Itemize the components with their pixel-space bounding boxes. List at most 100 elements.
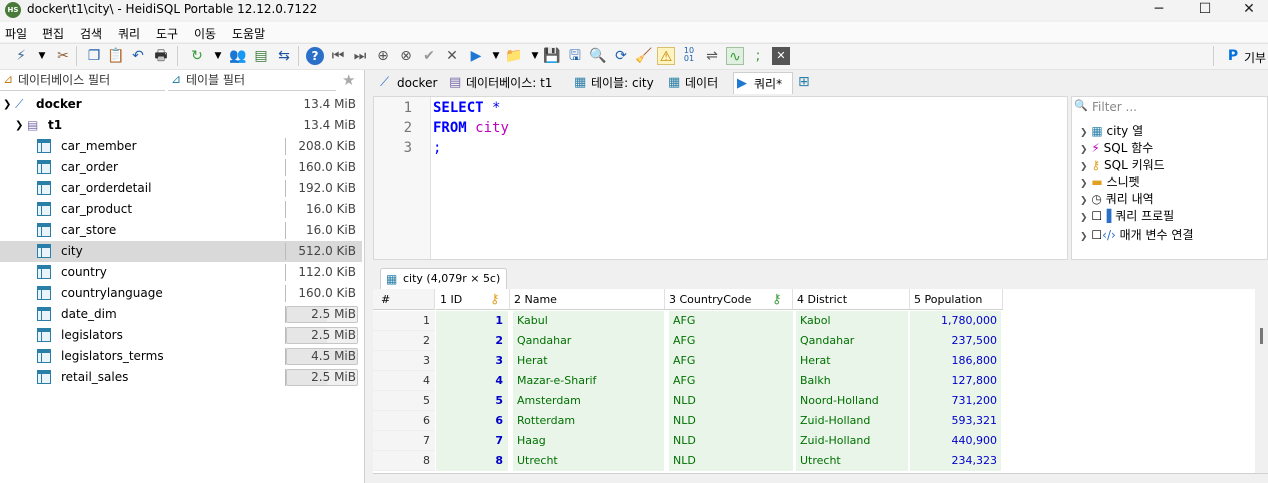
clear-icon[interactable]: 🧹 xyxy=(635,47,653,65)
cell-name[interactable]: Haag xyxy=(513,431,664,451)
tree-table-row[interactable]: car_member 208.0 KiB xyxy=(0,136,362,157)
checkbox-icon[interactable]: ☐ xyxy=(1091,209,1102,223)
save-icon[interactable]: 💾 xyxy=(543,47,561,65)
execute-query-icon[interactable]: ▶ xyxy=(467,47,485,65)
cell-name[interactable]: Utrecht xyxy=(513,451,664,471)
cell-id[interactable]: 1 xyxy=(436,311,508,331)
helper-item-snippets[interactable]: ❯ ▬ 스니펫 xyxy=(1080,173,1140,190)
wrap-icon[interactable]: ⇌ xyxy=(703,47,721,65)
helper-item-columns[interactable]: ❯ ▦ city 열 xyxy=(1080,122,1143,139)
cell-countrycode[interactable]: NLD xyxy=(669,411,793,431)
minimize-button[interactable]: ─ xyxy=(1136,0,1182,20)
tree-table-row[interactable]: legislators_terms 4.5 MiB xyxy=(0,346,362,367)
cell-countrycode[interactable]: AFG xyxy=(669,371,793,391)
add-record-icon[interactable]: ⊕ xyxy=(374,47,392,65)
cell-name[interactable]: Rotterdam xyxy=(513,411,664,431)
tab-server[interactable]: ⟋ docker xyxy=(377,72,439,94)
tree-table-row[interactable]: date_dim 2.5 MiB xyxy=(0,304,362,325)
cell-countrycode[interactable]: NLD xyxy=(669,451,793,471)
donate-button[interactable]: 기부 xyxy=(1244,49,1266,66)
first-record-icon[interactable]: ⏮ xyxy=(329,47,347,65)
find-icon[interactable]: 🔍 xyxy=(589,47,607,65)
scrollbar-thumb[interactable] xyxy=(1260,328,1263,344)
cell-district[interactable]: Qandahar xyxy=(796,331,908,351)
cell-name[interactable]: Mazar-e-Sharif xyxy=(513,371,664,391)
close-query-icon[interactable]: ✕ xyxy=(772,47,790,65)
star-icon[interactable]: ★ xyxy=(342,71,355,89)
cell-population[interactable]: 1,780,000 xyxy=(910,311,1001,331)
cell-id[interactable]: 4 xyxy=(436,371,508,391)
chevron-down-icon[interactable]: ❯ xyxy=(3,94,11,115)
cell-district[interactable]: Zuid-Holland xyxy=(796,431,908,451)
cell-id[interactable]: 2 xyxy=(436,331,508,351)
copy-icon[interactable]: ❐ xyxy=(85,47,103,65)
cell-id[interactable]: 7 xyxy=(436,431,508,451)
tree-table-row[interactable]: car_store 16.0 KiB xyxy=(0,220,362,241)
refresh-icon[interactable]: ↻ xyxy=(188,47,206,65)
tree-table-row[interactable]: countrylanguage 160.0 KiB xyxy=(0,283,362,304)
print-icon[interactable]: 🖶 xyxy=(152,47,170,65)
cell-population[interactable]: 593,321 xyxy=(910,411,1001,431)
menu-file[interactable]: 파일 xyxy=(5,25,27,42)
connect-icon[interactable]: ⚡ xyxy=(12,47,30,65)
cell-population[interactable]: 186,800 xyxy=(910,351,1001,371)
tab-database[interactable]: ▤ 데이터베이스: t1 xyxy=(446,72,564,94)
cell-district[interactable]: Kabol xyxy=(796,311,908,331)
last-record-icon[interactable]: ⏭ xyxy=(351,47,369,65)
sync-icon[interactable]: ⇆ xyxy=(275,47,293,65)
cell-population[interactable]: 237,500 xyxy=(910,331,1001,351)
tab-data[interactable]: ▦ 데이터 xyxy=(665,72,727,94)
open-file-icon[interactable]: 📁 xyxy=(505,47,523,65)
tree-table-row[interactable]: car_order 160.0 KiB xyxy=(0,157,362,178)
execute-dropdown-icon[interactable]: ▼ xyxy=(487,47,505,65)
menu-goto[interactable]: 이동 xyxy=(194,25,216,42)
save-as-icon[interactable]: 🖫 xyxy=(566,47,584,65)
cell-district[interactable]: Herat xyxy=(796,351,908,371)
undo-icon[interactable]: ↶ xyxy=(129,47,147,65)
cell-district[interactable]: Utrecht xyxy=(796,451,908,471)
cell-countrycode[interactable]: AFG xyxy=(669,331,793,351)
menu-tools[interactable]: 도구 xyxy=(156,25,178,42)
explain-icon[interactable]: ∿ xyxy=(726,47,744,65)
tree-server-row[interactable]: ❯ ⟋ docker 13.4 MiB xyxy=(0,94,362,115)
replace-icon[interactable]: ⟳ xyxy=(612,47,630,65)
cell-id[interactable]: 8 xyxy=(436,451,508,471)
cell-countrycode[interactable]: AFG xyxy=(669,351,793,371)
helper-item-keywords[interactable]: ❯ ⚷ SQL 키워드 xyxy=(1080,156,1165,173)
open-dropdown-icon[interactable]: ▼ xyxy=(526,47,544,65)
cell-population[interactable]: 440,900 xyxy=(910,431,1001,451)
helper-filter-input[interactable]: Filter ... xyxy=(1092,100,1137,114)
new-query-tab-icon[interactable]: ⊞ xyxy=(798,74,810,90)
cell-name[interactable]: Herat xyxy=(513,351,664,371)
cell-name[interactable]: Amsterdam xyxy=(513,391,664,411)
cell-name[interactable]: Kabul xyxy=(513,311,664,331)
cell-name[interactable]: Qandahar xyxy=(513,331,664,351)
tree-table-row[interactable]: car_product 16.0 KiB xyxy=(0,199,362,220)
cancel-record-icon[interactable]: ✕ xyxy=(443,47,461,65)
cell-id[interactable]: 5 xyxy=(436,391,508,411)
paste-icon[interactable]: 📋 xyxy=(107,47,125,65)
helper-item-history[interactable]: ❯ ◷ 쿼리 내역 xyxy=(1080,190,1154,207)
refresh-dropdown-icon[interactable]: ▼ xyxy=(209,47,227,65)
cell-population[interactable]: 234,323 xyxy=(910,451,1001,471)
tree-table-row[interactable]: retail_sales 2.5 MiB xyxy=(0,367,362,388)
menu-help[interactable]: 도움말 xyxy=(232,25,265,42)
result-tab[interactable]: ▦ city (4,079r × 5c) xyxy=(380,268,508,289)
menu-edit[interactable]: 편집 xyxy=(42,25,64,42)
maximize-button[interactable]: ☐ xyxy=(1182,0,1228,20)
connect-dropdown-icon[interactable]: ▼ xyxy=(33,47,51,65)
user-manager-icon[interactable]: 👥 xyxy=(229,47,247,65)
column-header-name[interactable]: 2 Name xyxy=(510,289,665,310)
helper-item-binding[interactable]: ❯ ☐‹/› 매개 변수 연결 xyxy=(1080,226,1193,243)
disconnect-icon[interactable]: ✂ xyxy=(54,47,72,65)
delete-record-icon[interactable]: ⊗ xyxy=(397,47,415,65)
cell-countrycode[interactable]: NLD xyxy=(669,391,793,411)
cell-district[interactable]: Balkh xyxy=(796,371,908,391)
tab-table[interactable]: ▦ 테이블: city xyxy=(571,72,659,94)
cell-countrycode[interactable]: AFG xyxy=(669,311,793,331)
paypal-icon[interactable]: P xyxy=(1224,47,1242,65)
column-header-population[interactable]: 5 Population xyxy=(910,289,1003,310)
menu-search[interactable]: 검색 xyxy=(80,25,102,42)
menu-query[interactable]: 쿼리 xyxy=(118,25,140,42)
cell-district[interactable]: Zuid-Holland xyxy=(796,411,908,431)
